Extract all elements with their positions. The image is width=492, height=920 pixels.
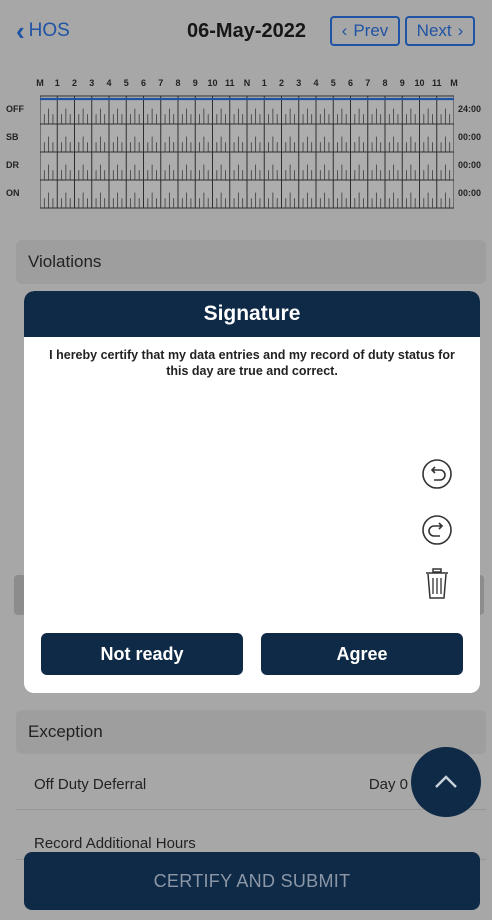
dialog-title: Signature: [24, 291, 480, 337]
signature-dialog: Signature I hereby certify that my data …: [24, 291, 480, 693]
undo-icon: [422, 459, 452, 489]
agree-button[interactable]: Agree: [261, 633, 463, 675]
clear-signature-button[interactable]: [420, 567, 454, 601]
trash-icon: [426, 568, 448, 599]
certify-and-submit-button[interactable]: CERTIFY AND SUBMIT: [24, 852, 480, 910]
redo-icon: [422, 515, 452, 545]
undo-button[interactable]: [420, 457, 454, 491]
certification-text: I hereby certify that my data entries an…: [49, 348, 455, 378]
scroll-up-button[interactable]: [411, 747, 481, 817]
chevron-up-icon: [435, 775, 457, 788]
signature-pad[interactable]: [24, 387, 424, 617]
not-ready-button[interactable]: Not ready: [41, 633, 243, 675]
redo-button[interactable]: [420, 513, 454, 547]
